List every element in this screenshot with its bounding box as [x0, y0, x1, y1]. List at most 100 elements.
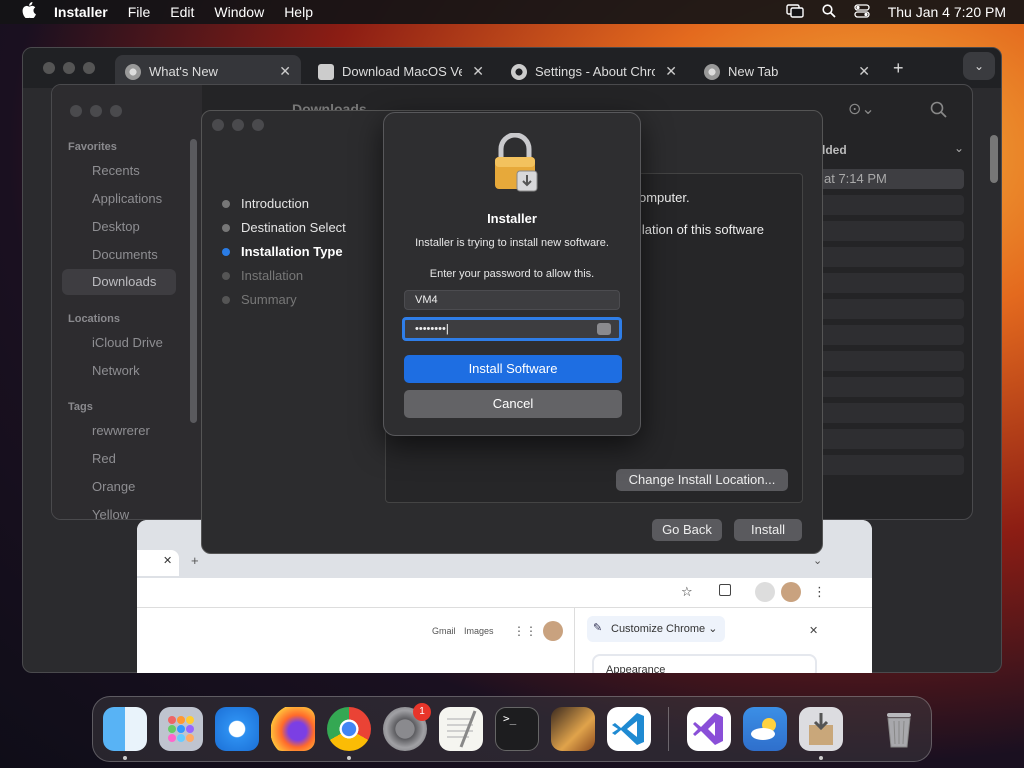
- close-tab-icon[interactable]: ✕: [163, 554, 172, 567]
- control-center-icon[interactable]: [854, 3, 870, 21]
- chrome-icon[interactable]: [327, 707, 371, 751]
- images-link[interactable]: Images: [464, 626, 494, 636]
- visual-studio-icon[interactable]: [687, 707, 731, 751]
- avatar[interactable]: [543, 621, 563, 641]
- file-row[interactable]: [818, 195, 964, 215]
- sidebar-tag-orange[interactable]: Orange: [92, 479, 135, 494]
- file-row[interactable]: [818, 429, 964, 449]
- apps-grid-icon[interactable]: ⋮⋮: [513, 624, 537, 638]
- weather-icon[interactable]: [743, 707, 787, 751]
- close-tab-icon[interactable]: ✕: [665, 63, 677, 80]
- install-software-button[interactable]: Install Software: [404, 355, 622, 383]
- textedit-icon[interactable]: [439, 707, 483, 751]
- close-tab-icon[interactable]: ✕: [472, 63, 484, 80]
- sidebar-tag-red[interactable]: Red: [92, 451, 116, 466]
- chrome-scrollbar[interactable]: [990, 135, 998, 183]
- file-row[interactable]: [818, 299, 964, 319]
- file-row[interactable]: [818, 247, 964, 267]
- garageband-icon[interactable]: [551, 707, 595, 751]
- close-panel-icon[interactable]: ✕: [809, 624, 818, 637]
- spotlight-search-icon[interactable]: [822, 3, 836, 21]
- trash-icon[interactable]: [877, 707, 921, 751]
- close-tab-icon[interactable]: ✕: [858, 63, 870, 80]
- minimize-window-button[interactable]: [232, 119, 244, 131]
- tab-label: New Tab: [728, 64, 779, 79]
- more-actions-icon[interactable]: ⊙⌄: [848, 99, 875, 119]
- tab-search-chevron-icon[interactable]: ⌄: [963, 52, 995, 80]
- sidebar-item-desktop[interactable]: Desktop: [92, 219, 140, 234]
- minimize-window-button[interactable]: [63, 62, 75, 74]
- chrome-tab-strip: What's New ✕ Download MacOS Ve ✕ Setting…: [23, 48, 1001, 88]
- auth-dialog: Installer Installer is trying to install…: [383, 112, 641, 436]
- new-tab-plus-icon[interactable]: +: [191, 553, 199, 568]
- close-tab-icon[interactable]: ✕: [279, 63, 291, 80]
- close-window-button[interactable]: [70, 105, 82, 117]
- zoom-window-button[interactable]: [83, 62, 95, 74]
- go-back-button[interactable]: Go Back: [652, 519, 722, 541]
- chrome-preview-tab[interactable]: [137, 550, 179, 576]
- close-window-button[interactable]: [212, 119, 224, 131]
- change-install-location-button[interactable]: Change Install Location...: [616, 469, 788, 491]
- side-panel-icon[interactable]: [755, 582, 775, 602]
- sidebar-item-recents[interactable]: Recents: [92, 163, 140, 178]
- notification-badge: 1: [413, 703, 431, 721]
- username-field[interactable]: VM4: [404, 290, 620, 310]
- file-row[interactable]: at 7:14 PM: [818, 169, 964, 189]
- tab-label: Download MacOS Ve: [342, 64, 462, 79]
- bookmark-star-icon[interactable]: ☆: [681, 584, 693, 600]
- file-row[interactable]: [818, 273, 964, 293]
- installer-icon[interactable]: [799, 707, 843, 751]
- chevron-down-icon[interactable]: ⌄: [813, 554, 822, 567]
- gmail-link[interactable]: Gmail: [432, 626, 456, 636]
- tab-label: What's New: [149, 64, 218, 79]
- minimize-window-button[interactable]: [90, 105, 102, 117]
- avatar[interactable]: [781, 582, 801, 602]
- cancel-button[interactable]: Cancel: [404, 390, 622, 418]
- step-summary: Summary: [222, 293, 346, 317]
- install-button[interactable]: Install: [734, 519, 802, 541]
- finder-search-icon[interactable]: [930, 101, 948, 124]
- dialog-message: Installer is trying to install new softw…: [415, 237, 609, 249]
- customize-chrome-button[interactable]: Customize Chrome ⌄: [587, 616, 725, 642]
- sidebar-item-downloads[interactable]: Downloads: [62, 269, 176, 295]
- sidebar-item-network[interactable]: Network: [92, 363, 140, 378]
- finder-icon[interactable]: [103, 707, 147, 751]
- sidebar-item-documents[interactable]: Documents: [92, 247, 158, 262]
- menu-edit[interactable]: Edit: [170, 4, 194, 20]
- extensions-icon[interactable]: [719, 584, 731, 596]
- menu-file[interactable]: File: [128, 4, 151, 20]
- appearance-section[interactable]: Appearance: [592, 654, 817, 673]
- file-row[interactable]: [818, 403, 964, 423]
- new-tab-button[interactable]: +: [893, 58, 904, 79]
- close-window-button[interactable]: [43, 62, 55, 74]
- chrome-menu-icon[interactable]: ⋮: [813, 584, 826, 600]
- sidebar-item-icloud-drive[interactable]: iCloud Drive: [92, 335, 163, 350]
- menu-clock[interactable]: Thu Jan 4 7:20 PM: [888, 4, 1006, 20]
- password-mask: ••••••••: [415, 323, 446, 335]
- apple-menu-icon[interactable]: [18, 2, 40, 22]
- sidebar-tag-rewwrerer[interactable]: rewwrerer: [92, 423, 150, 438]
- password-field[interactable]: ••••••••|: [402, 317, 622, 341]
- zoom-window-button[interactable]: [110, 105, 122, 117]
- sidebar-item-applications[interactable]: Applications: [92, 191, 162, 206]
- sidebar-scrollbar[interactable]: [190, 139, 197, 423]
- file-row[interactable]: [818, 221, 964, 241]
- sidebar-tag-yellow[interactable]: Yellow: [92, 507, 129, 519]
- password-key-icon[interactable]: [597, 323, 611, 335]
- menu-app-name[interactable]: Installer: [54, 4, 108, 20]
- dock: 1 >_: [92, 696, 932, 762]
- file-row[interactable]: [818, 351, 964, 371]
- screen-mirroring-icon[interactable]: [786, 3, 804, 21]
- zoom-window-button[interactable]: [252, 119, 264, 131]
- menu-help[interactable]: Help: [284, 4, 313, 20]
- launchpad-icon[interactable]: [159, 707, 203, 751]
- menu-window[interactable]: Window: [214, 4, 264, 20]
- file-row[interactable]: [818, 455, 964, 475]
- safari-icon[interactable]: [215, 707, 259, 751]
- firefox-icon[interactable]: [271, 707, 315, 751]
- vscode-icon[interactable]: [607, 707, 651, 751]
- terminal-icon[interactable]: >_: [495, 707, 539, 751]
- file-row[interactable]: [818, 325, 964, 345]
- file-row[interactable]: [818, 377, 964, 397]
- chevron-down-icon[interactable]: ⌄: [954, 141, 964, 155]
